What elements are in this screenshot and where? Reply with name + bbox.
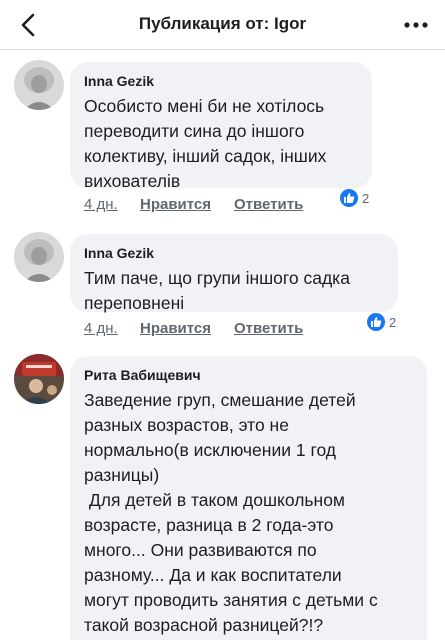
comment-text: Особисто мені би не хотілось переводити …: [84, 96, 327, 191]
reaction-count: 2: [389, 314, 397, 330]
like-button[interactable]: Нравится: [140, 320, 211, 337]
comment-time[interactable]: 4 дн.: [84, 320, 118, 337]
top-bar: Публикация от: Igor: [0, 0, 445, 50]
like-button[interactable]: Нравится: [140, 196, 211, 213]
comment-text: Тим паче, що групи іншого садка переповн…: [84, 268, 350, 313]
avatar-image: [14, 60, 64, 110]
reply-button[interactable]: Ответить: [234, 320, 303, 337]
avatar-image: [14, 232, 64, 282]
reply-button[interactable]: Ответить: [234, 196, 303, 213]
avatar[interactable]: [14, 60, 64, 110]
comment-author[interactable]: Inna Gezik: [84, 244, 384, 262]
reaction-summary[interactable]: 2: [366, 311, 396, 333]
comment-bubble: Inna Gezik Тим паче, що групи іншого сад…: [70, 234, 398, 313]
like-icon: [366, 312, 386, 332]
reaction-summary[interactable]: 2: [339, 187, 369, 209]
avatar[interactable]: [14, 354, 64, 404]
like-icon: [339, 188, 359, 208]
comment-time[interactable]: 4 дн.: [84, 196, 118, 213]
comment-bubble: Inna Gezik Особисто мені би не хотілось …: [70, 62, 372, 191]
comment-author[interactable]: Inna Gezik: [84, 72, 358, 90]
comment-bubble: Рита Вабищевич Заведение груп, смешание …: [70, 356, 427, 640]
avatar[interactable]: [14, 232, 64, 282]
more-options-button[interactable]: [401, 12, 431, 38]
comment-author[interactable]: Рита Вабищевич: [84, 366, 413, 384]
page-title: Публикация от: Igor: [138, 14, 307, 33]
avatar-image: [14, 354, 64, 404]
reaction-count: 2: [362, 190, 370, 206]
more-dots-icon: [404, 22, 428, 28]
comment-text: Заведение груп, смешание детей разных во…: [84, 390, 378, 635]
